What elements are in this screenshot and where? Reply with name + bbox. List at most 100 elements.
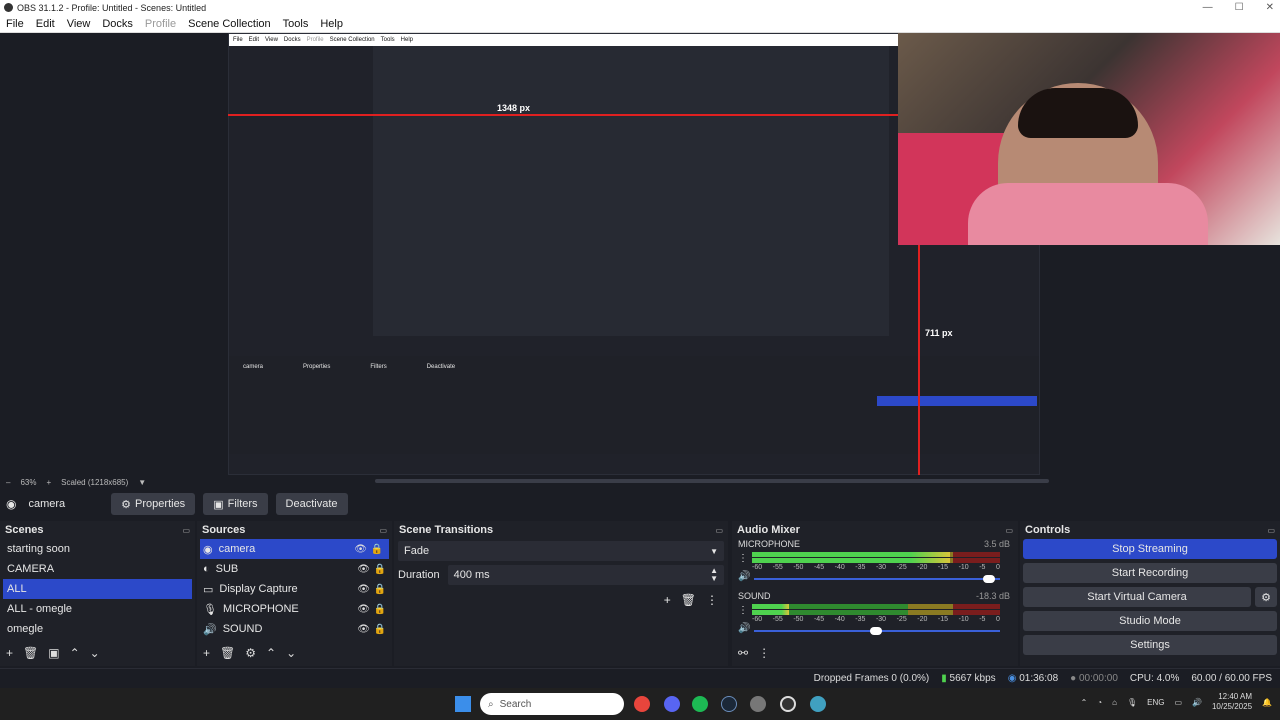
scene-item-selected[interactable]: ALL bbox=[3, 579, 192, 599]
maximize-button[interactable]: ☐ bbox=[1235, 0, 1244, 15]
filters-button[interactable]: ▣ Filters bbox=[203, 493, 268, 515]
remove-scene-icon[interactable]: 🗑 bbox=[23, 646, 38, 662]
preview-horizontal-scrollbar[interactable] bbox=[375, 479, 1049, 483]
virtual-camera-settings-icon[interactable]: ⚙ bbox=[1255, 587, 1277, 607]
volume-slider[interactable] bbox=[754, 627, 1000, 635]
language-indicator[interactable]: ENG bbox=[1147, 698, 1164, 707]
steam-icon[interactable] bbox=[721, 696, 737, 712]
menu-help[interactable]: Help bbox=[320, 18, 343, 30]
menu-scene-collection[interactable]: Scene Collection bbox=[188, 18, 271, 30]
app-icon[interactable] bbox=[810, 696, 826, 712]
tray-app-icon[interactable]: ◔ bbox=[1097, 698, 1102, 707]
volume-knob[interactable] bbox=[983, 575, 996, 583]
discord-icon[interactable] bbox=[664, 696, 680, 712]
volume-slider[interactable] bbox=[754, 575, 1000, 583]
scene-item[interactable]: CAMERA bbox=[0, 559, 195, 579]
taskbar-search[interactable]: ⌕ Search bbox=[480, 693, 624, 715]
transition-menu-icon[interactable]: ⋮ bbox=[706, 593, 718, 607]
transition-select[interactable]: Fade ▼ bbox=[398, 541, 724, 561]
add-transition-icon[interactable]: + bbox=[664, 593, 671, 607]
nested-menu-item: Edit bbox=[248, 37, 260, 43]
microphone-icon[interactable]: 🎙 bbox=[1127, 698, 1137, 707]
close-button[interactable]: ✕ bbox=[1266, 0, 1274, 15]
spin-arrows-icon[interactable]: ▲ ▼ bbox=[710, 567, 718, 583]
network-icon[interactable]: ▭ bbox=[1174, 698, 1182, 707]
mixer-link-icon[interactable]: ⚯ bbox=[738, 646, 748, 662]
source-item[interactable]: ▭ Display Capture 👁 🔒 bbox=[197, 579, 392, 599]
source-properties-icon[interactable]: ⚙ bbox=[245, 646, 256, 662]
settings-button[interactable]: Settings bbox=[1023, 635, 1277, 655]
visibility-eye-icon[interactable]: 👁 bbox=[357, 564, 370, 575]
speaker-icon[interactable]: 🔊 bbox=[738, 571, 750, 582]
minimize-button[interactable]: — bbox=[1203, 0, 1213, 15]
record-time: ● 00:00:00 bbox=[1070, 673, 1118, 684]
menu-edit[interactable]: Edit bbox=[36, 18, 55, 30]
source-item[interactable]: 🎙 MICROPHONE 👁 🔒 bbox=[197, 599, 392, 619]
volume-icon[interactable]: 🔊 bbox=[1192, 698, 1202, 707]
move-up-icon[interactable]: ⌃ bbox=[266, 646, 276, 662]
obs-icon[interactable] bbox=[780, 696, 796, 712]
lock-icon[interactable]: 🔒 bbox=[374, 584, 386, 595]
level-meter bbox=[752, 558, 1000, 563]
move-down-icon[interactable]: ⌄ bbox=[286, 646, 296, 662]
nested-preview-recursion bbox=[373, 46, 889, 336]
speaker-icon[interactable]: 🔊 bbox=[738, 623, 750, 634]
tick-label: -40 bbox=[834, 616, 845, 623]
source-item[interactable]: ◐ SUB 👁 🔒 bbox=[197, 559, 392, 579]
add-source-icon[interactable]: + bbox=[203, 646, 210, 662]
preview-canvas[interactable]: File Edit View Docks Profile Scene Colle… bbox=[0, 33, 1280, 475]
tick-label: -55 bbox=[772, 564, 783, 571]
mixer-menu-icon[interactable]: ⋮ bbox=[758, 646, 770, 662]
duration-spinbox[interactable]: 400 ms ▲ ▼ bbox=[447, 565, 724, 585]
visibility-eye-icon[interactable]: 👁 bbox=[354, 544, 367, 555]
zoom-out-button[interactable]: – bbox=[6, 478, 10, 487]
spotify-icon[interactable] bbox=[692, 696, 708, 712]
scene-item[interactable]: ALL - omegle bbox=[0, 599, 195, 619]
menu-tools[interactable]: Tools bbox=[283, 18, 309, 30]
add-scene-icon[interactable]: + bbox=[6, 646, 13, 662]
lock-icon[interactable]: 🔒 bbox=[374, 564, 386, 575]
source-item-selected[interactable]: ◉ camera 👁 🔒 bbox=[200, 539, 389, 559]
volume-knob[interactable] bbox=[869, 627, 882, 635]
menu-docks[interactable]: Docks bbox=[102, 18, 133, 30]
menu-view[interactable]: View bbox=[67, 18, 91, 30]
menu-profile[interactable]: Profile bbox=[145, 18, 176, 30]
studio-mode-button[interactable]: Studio Mode bbox=[1023, 611, 1277, 631]
start-virtual-camera-button[interactable]: Start Virtual Camera bbox=[1023, 587, 1251, 607]
deactivate-button[interactable]: Deactivate bbox=[275, 493, 348, 515]
notification-icon[interactable]: 🔔 bbox=[1262, 698, 1272, 707]
undock-icon[interactable]: ▭ bbox=[715, 526, 723, 535]
lock-icon[interactable]: 🔒 bbox=[371, 544, 383, 555]
move-up-icon[interactable]: ⌃ bbox=[70, 646, 80, 662]
scene-filters-icon[interactable]: ▣ bbox=[48, 646, 59, 662]
scene-item[interactable]: omegle bbox=[0, 619, 195, 639]
lock-icon[interactable]: 🔒 bbox=[374, 604, 386, 615]
clock[interactable]: 12:40 AM 10/25/2025 bbox=[1212, 692, 1252, 712]
lock-icon[interactable]: 🔒 bbox=[374, 624, 386, 635]
tray-app-icon[interactable]: ⌂ bbox=[1112, 698, 1117, 707]
tray-chevron-icon[interactable]: ⌃ bbox=[1081, 698, 1088, 707]
visibility-eye-icon[interactable]: 👁 bbox=[357, 604, 370, 615]
scene-item[interactable]: starting soon bbox=[0, 539, 195, 559]
scale-dropdown-icon[interactable]: ▼ bbox=[138, 478, 146, 487]
menu-file[interactable]: File bbox=[6, 18, 24, 30]
move-down-icon[interactable]: ⌄ bbox=[90, 646, 100, 662]
channel-menu-icon[interactable]: ⋮ bbox=[738, 553, 748, 564]
visibility-eye-icon[interactable]: 👁 bbox=[357, 624, 370, 635]
undock-icon[interactable]: ▭ bbox=[1267, 526, 1275, 535]
source-item[interactable]: 🔊 SOUND 👁 🔒 bbox=[197, 619, 392, 639]
undock-icon[interactable]: ▭ bbox=[379, 526, 387, 535]
visibility-eye-icon[interactable]: 👁 bbox=[357, 584, 370, 595]
start-recording-button[interactable]: Start Recording bbox=[1023, 563, 1277, 583]
properties-button[interactable]: ⚙ Properties bbox=[111, 493, 196, 515]
windows-start-icon[interactable] bbox=[455, 696, 471, 712]
channel-menu-icon[interactable]: ⋮ bbox=[738, 605, 748, 616]
remove-source-icon[interactable]: 🗑 bbox=[220, 646, 235, 662]
settings-gear-icon[interactable] bbox=[750, 696, 766, 712]
zoom-in-button[interactable]: + bbox=[46, 478, 51, 487]
remove-transition-icon[interactable]: 🗑 bbox=[681, 593, 696, 607]
chrome-icon[interactable] bbox=[634, 696, 650, 712]
stop-streaming-button[interactable]: Stop Streaming bbox=[1023, 539, 1277, 559]
undock-icon[interactable]: ▭ bbox=[1005, 526, 1013, 535]
undock-icon[interactable]: ▭ bbox=[182, 526, 190, 535]
